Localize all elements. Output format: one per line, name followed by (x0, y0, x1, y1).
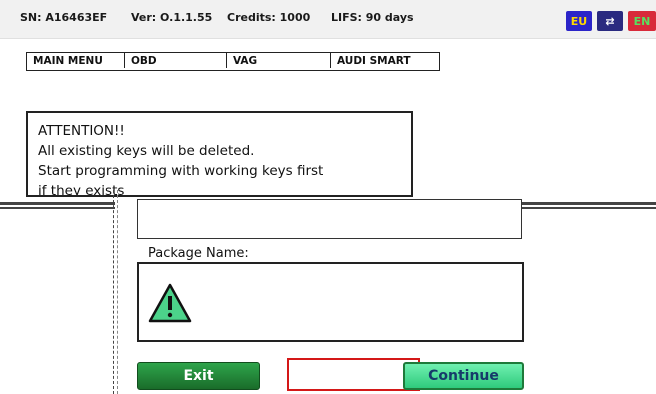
continue-button[interactable]: Continue (403, 362, 524, 390)
breadcrumb-vag[interactable]: VAG (227, 53, 331, 68)
attention-box: ATTENTION!! All existing keys will be de… (26, 111, 413, 197)
dialog-edge (113, 190, 118, 394)
divider-right (520, 202, 656, 205)
message-box (137, 262, 524, 342)
divider-left (0, 207, 115, 209)
divider-right (520, 207, 656, 209)
serial-number: SN: A16463EF (20, 11, 108, 24)
attention-line: Start programming with working keys firs… (38, 163, 324, 179)
breadcrumb: MAIN MENU OBD VAG AUDI SMART (26, 52, 440, 71)
breadcrumb-main-menu[interactable]: MAIN MENU (27, 53, 125, 68)
package-name-field (137, 199, 522, 239)
breadcrumb-audi-smart[interactable]: AUDI SMART (331, 53, 439, 68)
eu-flag-icon[interactable]: EU (566, 11, 592, 31)
en-language-icon[interactable]: EN (628, 11, 656, 31)
status-bar: SN: A16463EF Ver: O.1.1.55 Credits: 1000… (0, 0, 656, 39)
highlight-box (287, 358, 420, 391)
warning-icon (148, 283, 192, 323)
lifs-text: LIFS: 90 days (331, 11, 414, 24)
version-text: Ver: O.1.1.55 (131, 11, 213, 24)
divider-left (0, 202, 115, 205)
package-name-label: Package Name: (148, 246, 249, 261)
credits-text: Credits: 1000 (227, 11, 311, 24)
usb-icon[interactable]: ⇄ (597, 11, 623, 31)
attention-title: ATTENTION!! (38, 123, 125, 139)
exit-button[interactable]: Exit (137, 362, 260, 390)
breadcrumb-obd[interactable]: OBD (125, 53, 227, 68)
attention-line: if they exists (38, 183, 125, 197)
attention-line: All existing keys will be deleted. (38, 143, 255, 159)
